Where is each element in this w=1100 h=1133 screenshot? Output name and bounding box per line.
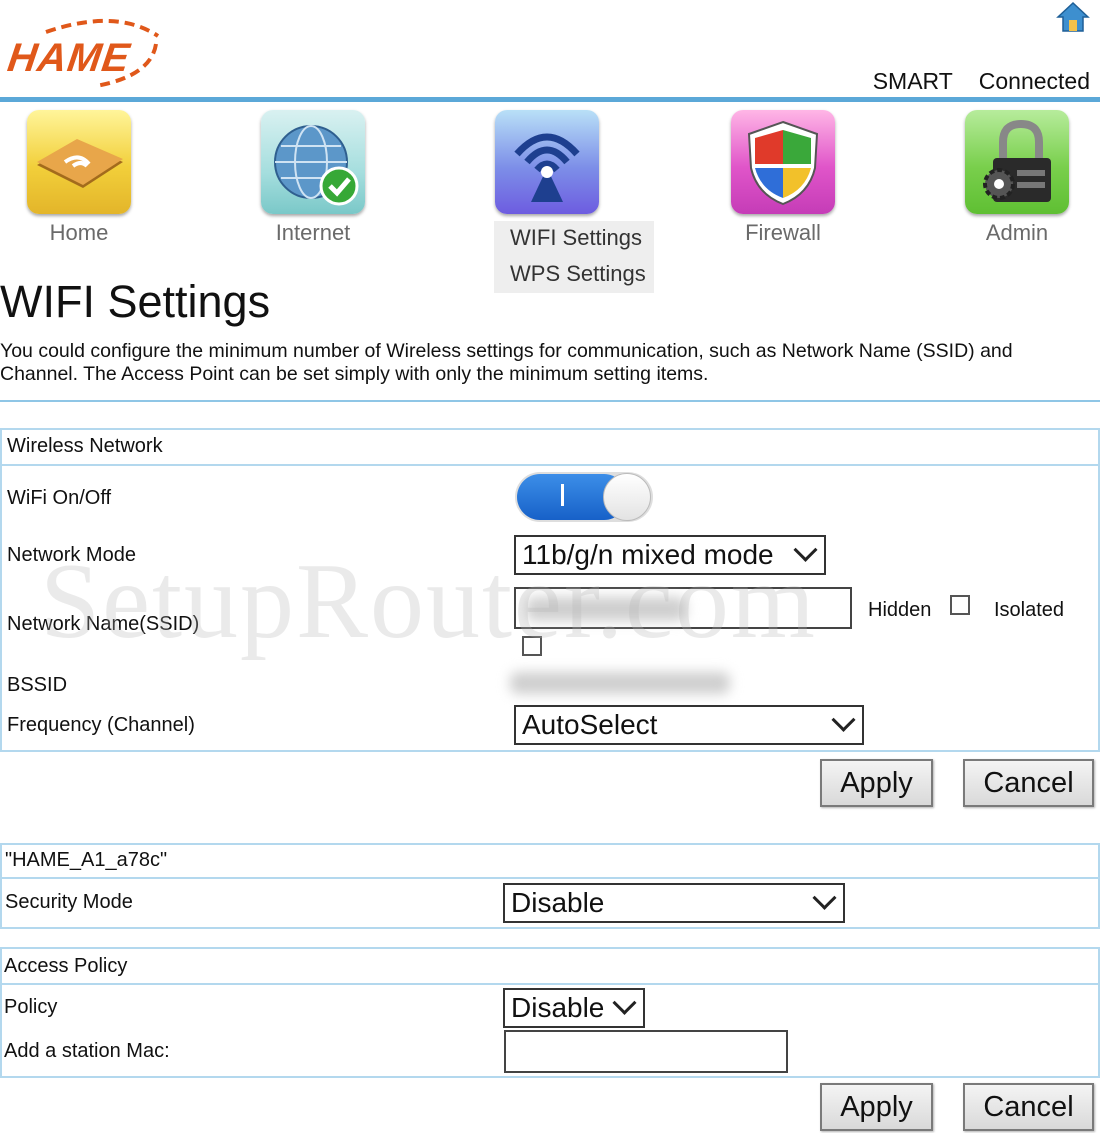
section-divider (0, 400, 1100, 402)
submenu-wifi-settings[interactable]: WIFI Settings (510, 225, 642, 251)
header-divider (0, 97, 1100, 102)
connection-status: SMART Connected (853, 68, 1090, 95)
globe-check-icon (261, 110, 365, 214)
gear-lock-icon (965, 110, 1069, 214)
nav-firewall[interactable]: Firewall (728, 110, 838, 246)
nav-internet-label: Internet (275, 220, 351, 245)
nav-admin[interactable]: Admin (962, 110, 1072, 246)
wifi-antenna-icon (495, 110, 599, 214)
security-mode-label: Security Mode (5, 891, 133, 913)
security-ssid-header: "HAME_A1_a78c" (5, 849, 168, 871)
security-mode-value: Disable (511, 887, 605, 918)
page-description: You could configure the minimum number o… (0, 340, 1013, 385)
hame-logo: HAME (4, 14, 166, 90)
nav-home-label: Home (49, 220, 109, 245)
home-arrow-icon (27, 110, 131, 214)
policy-value: Disable (511, 992, 605, 1023)
station-mac-input[interactable] (504, 1030, 788, 1073)
nav-admin-label: Admin (985, 220, 1049, 245)
panel-header-divider (0, 464, 1100, 466)
access-apply-button[interactable]: Apply (820, 1083, 933, 1131)
toggle-on-mark (561, 484, 564, 506)
policy-select[interactable]: Disable (503, 988, 645, 1028)
access-cancel-button[interactable]: Cancel (963, 1083, 1094, 1131)
nav-firewall-label: Firewall (745, 220, 821, 245)
wifi-toggle-label: WiFi On/Off (7, 487, 112, 509)
security-mode-select[interactable]: Disable (503, 883, 845, 923)
access-policy-header: Access Policy (4, 955, 128, 977)
frequency-select[interactable]: AutoSelect (514, 705, 864, 745)
nav-internet[interactable]: Internet (258, 110, 368, 246)
wireless-cancel-button[interactable]: Cancel (963, 759, 1094, 807)
nav-home[interactable]: Home (24, 110, 134, 246)
wireless-apply-button[interactable]: Apply (820, 759, 933, 807)
frequency-label: Frequency (Channel) (7, 714, 195, 736)
wifi-toggle[interactable] (515, 472, 653, 522)
frequency-value: AutoSelect (522, 709, 658, 740)
brand-name: HAME (4, 36, 133, 80)
bssid-label: BSSID (7, 674, 68, 696)
operator-name: SMART (872, 68, 953, 94)
isolated-label: Isolated (994, 599, 1065, 621)
station-mac-label: Add a station Mac: (4, 1040, 170, 1062)
wifi-submenu: WIFI Settings WPS Settings (494, 221, 654, 293)
bssid-redacted-blur (510, 672, 730, 694)
chevron-down-icon (612, 990, 637, 1015)
page-title: WIFI Settings (0, 276, 271, 327)
watermark: SetupRouter.com (40, 542, 817, 661)
security-header-divider (0, 877, 1100, 879)
submenu-wps-settings[interactable]: WPS Settings (510, 261, 646, 287)
toggle-knob (603, 473, 651, 521)
home-shortcut-icon[interactable] (1056, 0, 1090, 34)
shield-icon (731, 110, 835, 214)
chevron-down-icon (812, 885, 837, 910)
policy-label: Policy (4, 996, 58, 1018)
connection-state: Connected (978, 68, 1090, 94)
hidden-checkbox[interactable] (950, 595, 970, 615)
wireless-network-header: Wireless Network (7, 435, 163, 457)
access-header-divider (0, 983, 1100, 985)
chevron-down-icon (831, 707, 856, 732)
nav-wifi-settings[interactable] (492, 110, 602, 214)
hidden-label: Hidden (868, 599, 932, 621)
